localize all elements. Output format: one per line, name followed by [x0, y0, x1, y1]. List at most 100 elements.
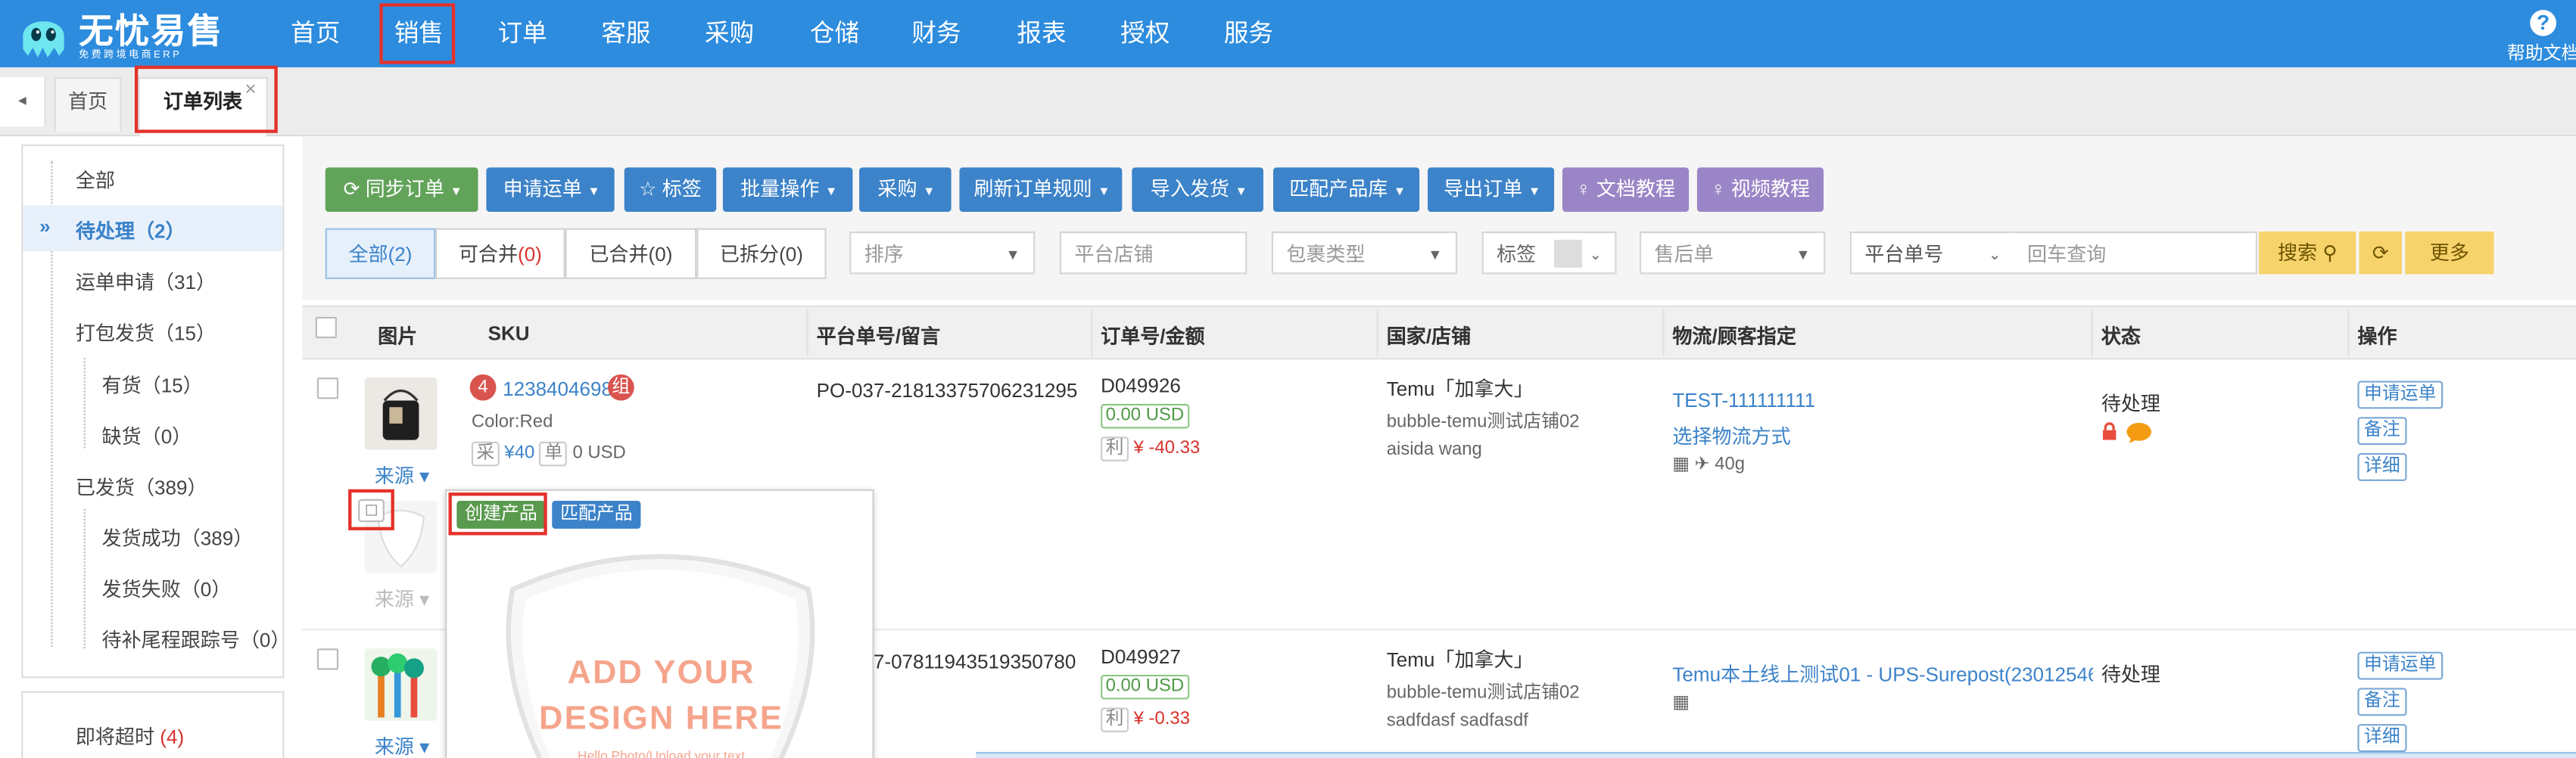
search-field-select[interactable]: 平台单号 ⌄	[1849, 231, 2014, 275]
nav-sales[interactable]: 销售	[394, 0, 444, 67]
col-logistics: 物流/顾客指定	[1672, 325, 1796, 349]
caret-down-icon: ▼	[1428, 246, 1443, 263]
source-dropdown[interactable]: 来源 ▾	[375, 732, 429, 758]
weight-line: ▦ ✈ 40g	[1672, 453, 1745, 474]
search-field-label: 平台单号	[1864, 243, 1944, 266]
nav-warehouse[interactable]: 仓储	[810, 0, 859, 67]
sync-orders-button[interactable]: ⟳ 同步订单 ▾	[325, 167, 478, 212]
sidebar-item-expiring[interactable]: 即将超时 (4)	[76, 722, 184, 750]
filter-all[interactable]: 全部(2)	[325, 228, 436, 279]
detail-action[interactable]: 详细	[2357, 724, 2407, 752]
nav-reports[interactable]: 报表	[1017, 0, 1066, 67]
tags-button[interactable]: ☆ 标签	[624, 167, 717, 212]
nav-purchase[interactable]: 采购	[705, 0, 754, 67]
filter-mergeable[interactable]: 可合并(0)	[435, 228, 565, 279]
apply-waybill-label: 申请运单	[503, 177, 582, 200]
help-docs-link[interactable]: 帮助文档	[2507, 39, 2576, 66]
product-image-pens[interactable]	[364, 648, 438, 721]
sync-orders-label: 同步订单	[365, 177, 444, 200]
detail-action[interactable]: 详细	[2357, 453, 2407, 481]
create-product-button[interactable]: 创建产品	[456, 500, 546, 529]
package-type-select[interactable]: 包裹类型 ▼	[1271, 231, 1458, 275]
nav-services[interactable]: 服务	[1224, 0, 1273, 67]
search-button[interactable]: 搜索 ⚲	[2259, 231, 2356, 275]
sidebar-item-missing-tracking[interactable]: 待补尾程跟踪号（0）	[102, 626, 291, 654]
sidebar-item-waybill[interactable]: 运单申请（31）	[76, 268, 216, 296]
apply-waybill-action[interactable]: 申请运单	[2357, 381, 2444, 409]
tags-label: 标签	[662, 177, 702, 200]
product-image-bag[interactable]	[364, 377, 438, 450]
col-image: 图片	[378, 325, 418, 349]
sidebar-item-packing[interactable]: 打包发货（15）	[76, 318, 216, 346]
tab-close-icon[interactable]: ×	[245, 77, 256, 100]
remark-action[interactable]: 备注	[2357, 688, 2407, 716]
refresh-rules-button[interactable]: 刷新订单规则 ▾	[959, 167, 1123, 212]
purchase-button[interactable]: 采购 ▾	[859, 167, 952, 212]
match-product-library-button[interactable]: 匹配产品库 ▾	[1272, 167, 1420, 212]
tab-scroll-left-icon[interactable]: ◂	[0, 77, 46, 127]
sidebar-item-all[interactable]: 全部	[76, 166, 115, 194]
lock-icon[interactable]	[2101, 422, 2118, 440]
choose-logistics-link[interactable]: 选择物流方式	[1672, 422, 1790, 450]
apply-waybill-button[interactable]: 申请运单 ▾	[486, 167, 615, 212]
octopus-logo-icon[interactable]	[17, 7, 71, 59]
message-icon[interactable]	[2126, 422, 2152, 443]
order-no[interactable]: D049926	[1101, 374, 1181, 397]
tab-home[interactable]: 首页	[54, 77, 122, 132]
sidebar-item-ship-failed[interactable]: 发货失败（0）	[102, 575, 232, 603]
sidebar-item-in-stock[interactable]: 有货（15）	[102, 371, 203, 399]
filter-merged[interactable]: 已合并(0)	[565, 228, 697, 279]
calculator-icon: ▦	[1672, 692, 1690, 713]
sort-select[interactable]: 排序 ▼	[849, 231, 1036, 275]
refresh-rules-label: 刷新订单规则	[973, 177, 1092, 200]
nav-finance[interactable]: 财务	[912, 0, 961, 67]
shop-input[interactable]: 平台店铺	[1059, 231, 1248, 275]
video-tutorial-button[interactable]: ♀ 视频教程	[1696, 167, 1824, 212]
match-product-button[interactable]: 匹配产品	[552, 500, 641, 529]
filter-split[interactable]: 已拆分(0)	[696, 228, 827, 279]
nav-orders[interactable]: 订单	[498, 0, 547, 67]
export-orders-button[interactable]: 导出订单 ▾	[1427, 167, 1555, 212]
apply-waybill-action[interactable]: 申请运单	[2357, 651, 2444, 680]
import-shipment-button[interactable]: 导入发货 ▾	[1132, 167, 1263, 212]
source-dropdown[interactable]: 来源 ▾	[375, 461, 429, 489]
nav-authorization[interactable]: 授权	[1120, 0, 1170, 67]
cost-tag: 采	[471, 441, 500, 467]
order-no[interactable]: D049927	[1101, 645, 1181, 668]
sku-link[interactable]: 1238404698	[503, 377, 612, 400]
sidebar-item-out-of-stock[interactable]: 缺货（0）	[102, 422, 192, 450]
help-icon[interactable]: ?	[2530, 10, 2556, 36]
source-label: 来源	[374, 464, 414, 488]
remark-action[interactable]: 备注	[2357, 417, 2407, 446]
row-checkbox[interactable]	[316, 377, 339, 399]
sidebar-item-ship-success[interactable]: 发货成功（389）	[102, 523, 254, 551]
doc-tutorial-button[interactable]: ♀ 文档教程	[1562, 167, 1690, 212]
tag-select[interactable]: 标签 ⌄	[1481, 231, 1617, 275]
cost-value: ¥40	[504, 443, 535, 464]
import-shipment-label: 导入发货	[1150, 177, 1229, 200]
unit-price: 0 USD	[572, 443, 626, 464]
nav-home[interactable]: 首页	[291, 0, 340, 67]
search-input[interactable]: 回车查询	[2014, 231, 2257, 275]
product-preview-popup: ADD YOUR DESIGN HERE Hello Photo/Upload …	[445, 489, 874, 758]
select-all-checkbox[interactable]	[315, 316, 337, 339]
logistics-link[interactable]: Temu本土线上测试01 - UPS-Surepost(23012546…	[1672, 660, 2093, 688]
match-status-icon[interactable]: ☐	[358, 499, 385, 523]
order-amount: 0.00 USD	[1101, 674, 1189, 700]
video-tutorial-label: 视频教程	[1730, 177, 1810, 200]
nav-customer-service[interactable]: 客服	[601, 0, 650, 67]
sidebar-item-pending[interactable]: 待处理（2）	[76, 216, 185, 244]
more-button[interactable]: 更多	[2405, 231, 2494, 275]
profit-tag: 利	[1101, 436, 1129, 461]
reset-refresh-icon[interactable]: ⟳	[2359, 231, 2402, 275]
source-dropdown[interactable]: 来源 ▾	[375, 585, 429, 613]
logistics-link[interactable]: TEST-111111111	[1672, 389, 1815, 412]
aftersale-select[interactable]: 售后单 ▼	[1639, 231, 1826, 275]
preview-text-2: DESIGN HERE	[539, 701, 784, 738]
filter-all-label: 全部	[348, 243, 388, 266]
row-checkbox[interactable]	[316, 648, 339, 670]
batch-actions-button[interactable]: 批量操作 ▾	[722, 167, 853, 212]
preview-text-3: Hello Photo/Upload your text	[578, 748, 746, 758]
sidebar-item-shipped[interactable]: 已发货（389）	[76, 473, 207, 501]
source-label: 来源	[374, 735, 414, 758]
